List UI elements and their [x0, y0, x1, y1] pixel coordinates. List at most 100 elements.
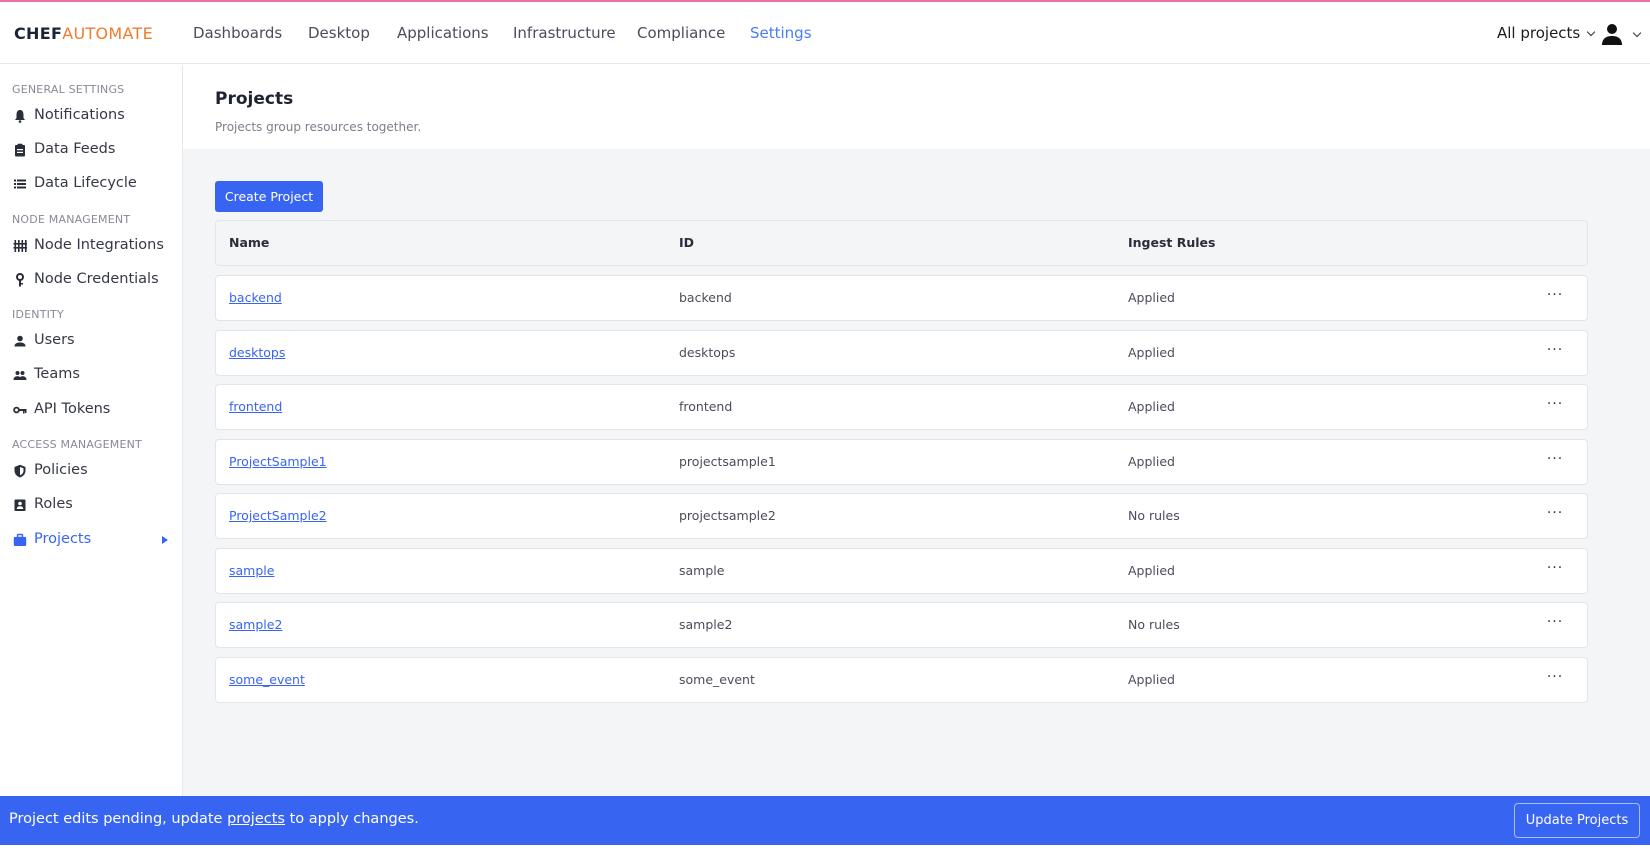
- sidebar-item-notifications[interactable]: Notifications: [0, 101, 182, 131]
- ingest-rules-status: Applied: [1128, 344, 1175, 360]
- project-name-link[interactable]: backend: [229, 290, 282, 305]
- pending-edits-banner: Project edits pending, update projects t…: [0, 796, 1650, 845]
- page-title: Projects: [215, 89, 294, 109]
- project-id: sample2: [679, 617, 733, 632]
- projects-filter-label: All projects: [1497, 24, 1581, 42]
- table-row: desktops desktops Applied ···: [215, 329, 1588, 376]
- sidebar-item-label: Data Feeds: [34, 141, 116, 157]
- project-name-link[interactable]: frontend: [229, 399, 282, 414]
- banner-text-after: to apply changes.: [284, 811, 419, 827]
- bell-icon: [15, 110, 25, 123]
- chevron-down-icon: [1587, 27, 1596, 37]
- column-header-id: ID: [679, 235, 695, 250]
- sidebar-item-data-lifecycle[interactable]: Data Lifecycle: [0, 169, 182, 199]
- project-name-link[interactable]: ProjectSample1: [229, 454, 327, 469]
- project-id: frontend: [679, 399, 733, 414]
- row-actions-menu-button[interactable]: ···: [1540, 284, 1570, 310]
- ingest-rules-status: Applied: [1128, 290, 1175, 305]
- badge-icon: [14, 499, 26, 511]
- user-menu-button[interactable]: [1600, 22, 1645, 46]
- banner-message: Project edits pending, update projects t…: [9, 811, 419, 827]
- user-icon: [1602, 24, 1622, 45]
- banner-text-before: Project edits pending, update: [9, 811, 228, 827]
- row-actions-menu-button[interactable]: ···: [1540, 502, 1570, 528]
- row-actions-menu-button[interactable]: ···: [1540, 448, 1570, 474]
- row-actions-menu-button[interactable]: ···: [1540, 666, 1570, 692]
- sidebar-item-node-integrations[interactable]: Node Integrations: [0, 231, 182, 261]
- brand-automate: AUTOMATE: [62, 24, 154, 43]
- project-name-link[interactable]: sample2: [229, 617, 282, 632]
- project-name-link[interactable]: some_event: [229, 672, 305, 687]
- nav-settings[interactable]: Settings: [750, 24, 812, 42]
- project-id: projectsample2: [679, 508, 776, 523]
- ingest-rules-status: No rules: [1128, 617, 1180, 632]
- table-row: backend backend Applied ···: [215, 275, 1588, 321]
- column-header-name[interactable]: Name: [229, 235, 269, 250]
- section-access-management: ACCESS MANAGEMENT: [12, 438, 142, 451]
- sidebar-item-label: Roles: [34, 496, 73, 512]
- sidebar-item-label: Projects: [34, 531, 92, 547]
- nav-compliance[interactable]: Compliance: [637, 24, 725, 42]
- shield-icon: [14, 464, 26, 478]
- page-header: Projects Projects group resources togeth…: [183, 65, 1650, 149]
- list-icon: [14, 179, 26, 189]
- update-projects-button[interactable]: Update Projects: [1514, 803, 1640, 838]
- sidebar-item-label: Node Credentials: [34, 271, 159, 287]
- sidebar-item-label: Data Lifecycle: [34, 175, 137, 191]
- row-actions-menu-button[interactable]: ···: [1540, 393, 1570, 419]
- key-icon: [16, 273, 24, 287]
- nav-dashboards[interactable]: Dashboards: [193, 24, 282, 42]
- section-node-management: NODE MANAGEMENT: [12, 213, 131, 226]
- sidebar-item-label: Policies: [34, 462, 88, 478]
- sidebar-item-api-tokens[interactable]: API Tokens: [0, 395, 182, 425]
- projects-filter-dropdown[interactable]: All projects: [1497, 24, 1596, 42]
- sidebar-item-users[interactable]: Users: [0, 326, 182, 356]
- banner-projects-link[interactable]: projects: [227, 811, 285, 827]
- clipboard-icon: [15, 143, 25, 157]
- ingest-rules-status: Applied: [1128, 562, 1175, 578]
- sidebar-item-teams[interactable]: Teams: [0, 360, 182, 390]
- sidebar-item-data-feeds[interactable]: Data Feeds: [0, 135, 182, 165]
- sidebar-item-roles[interactable]: Roles: [0, 490, 182, 520]
- top-navigation: CHEFAUTOMATE Dashboards Desktop Applicat…: [0, 2, 1650, 64]
- sidebar-item-label: Users: [34, 332, 75, 348]
- column-header-ingest-rules: Ingest Rules: [1128, 235, 1216, 250]
- project-name-link[interactable]: sample: [229, 563, 274, 578]
- nav-desktop[interactable]: Desktop: [308, 24, 370, 42]
- token-key-icon: [13, 406, 27, 414]
- sidebar-item-label: Teams: [34, 366, 80, 382]
- project-id: some_event: [679, 671, 755, 687]
- sidebar-item-policies[interactable]: Policies: [0, 456, 182, 486]
- ingest-rules-status: Applied: [1128, 671, 1175, 687]
- table-row: some_event some_event Applied ···: [215, 656, 1588, 703]
- nav-applications[interactable]: Applications: [397, 24, 489, 42]
- table-row: ProjectSample2 projectsample2 No rules ···: [215, 493, 1588, 539]
- sliders-icon: [13, 240, 27, 252]
- sidebar-item-label: API Tokens: [34, 401, 111, 417]
- sidebar-item-label: Node Integrations: [34, 237, 164, 253]
- sidebar-item-label: Notifications: [34, 107, 125, 123]
- sidebar-item-projects[interactable]: Projects: [0, 525, 182, 555]
- create-project-button[interactable]: Create Project: [215, 181, 323, 212]
- table-row: sample sample Applied ···: [215, 547, 1588, 594]
- project-name-link[interactable]: ProjectSample2: [229, 508, 327, 523]
- table-row: ProjectSample1 projectsample1 Applied ···: [215, 438, 1588, 485]
- sidebar-item-node-credentials[interactable]: Node Credentials: [0, 265, 182, 295]
- row-actions-menu-button[interactable]: ···: [1540, 557, 1570, 583]
- section-general-settings: GENERAL SETTINGS: [12, 83, 125, 96]
- section-identity: IDENTITY: [12, 308, 64, 321]
- row-actions-menu-button[interactable]: ···: [1540, 339, 1570, 365]
- nav-infrastructure[interactable]: Infrastructure: [513, 24, 616, 42]
- ingest-rules-status: No rules: [1128, 508, 1180, 523]
- project-id: desktops: [679, 344, 736, 360]
- project-id: sample: [679, 562, 725, 578]
- team-icon: [13, 371, 27, 380]
- row-actions-menu-button[interactable]: ···: [1540, 611, 1570, 637]
- project-name-link[interactable]: desktops: [229, 345, 285, 360]
- chef-automate-logo[interactable]: CHEFAUTOMATE: [14, 24, 153, 43]
- settings-sidebar: GENERAL SETTINGS Notifications Data Feed…: [0, 65, 183, 796]
- active-arrow-icon: [162, 536, 168, 544]
- brand-chef: CHEF: [14, 24, 63, 43]
- table-row: frontend frontend Applied ···: [215, 384, 1588, 430]
- project-id: projectsample1: [679, 453, 776, 469]
